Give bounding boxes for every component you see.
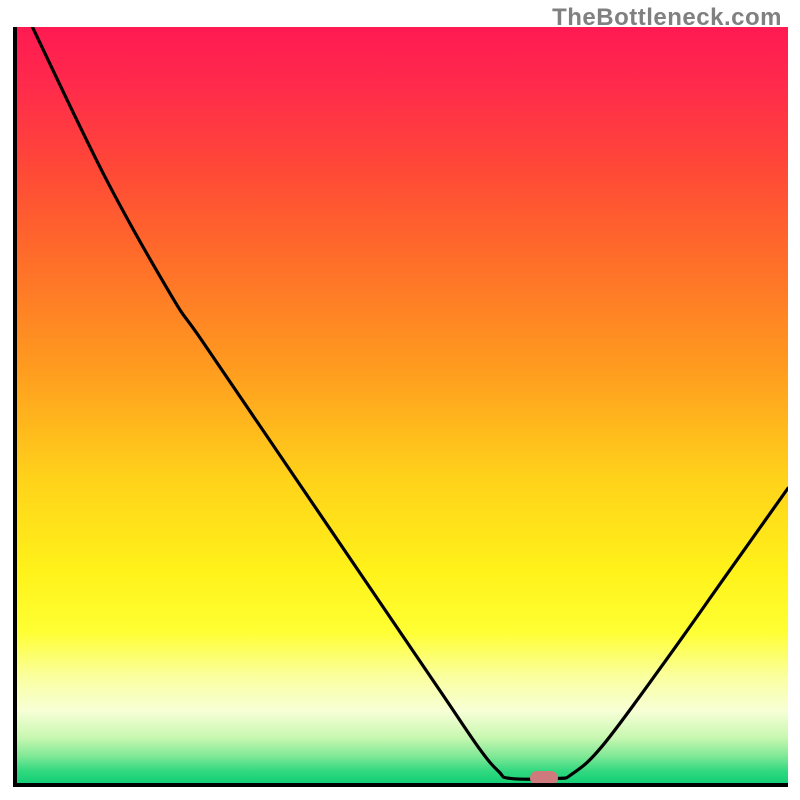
chart-container: TheBottleneck.com: [0, 0, 800, 800]
axes-frame: [13, 27, 788, 787]
